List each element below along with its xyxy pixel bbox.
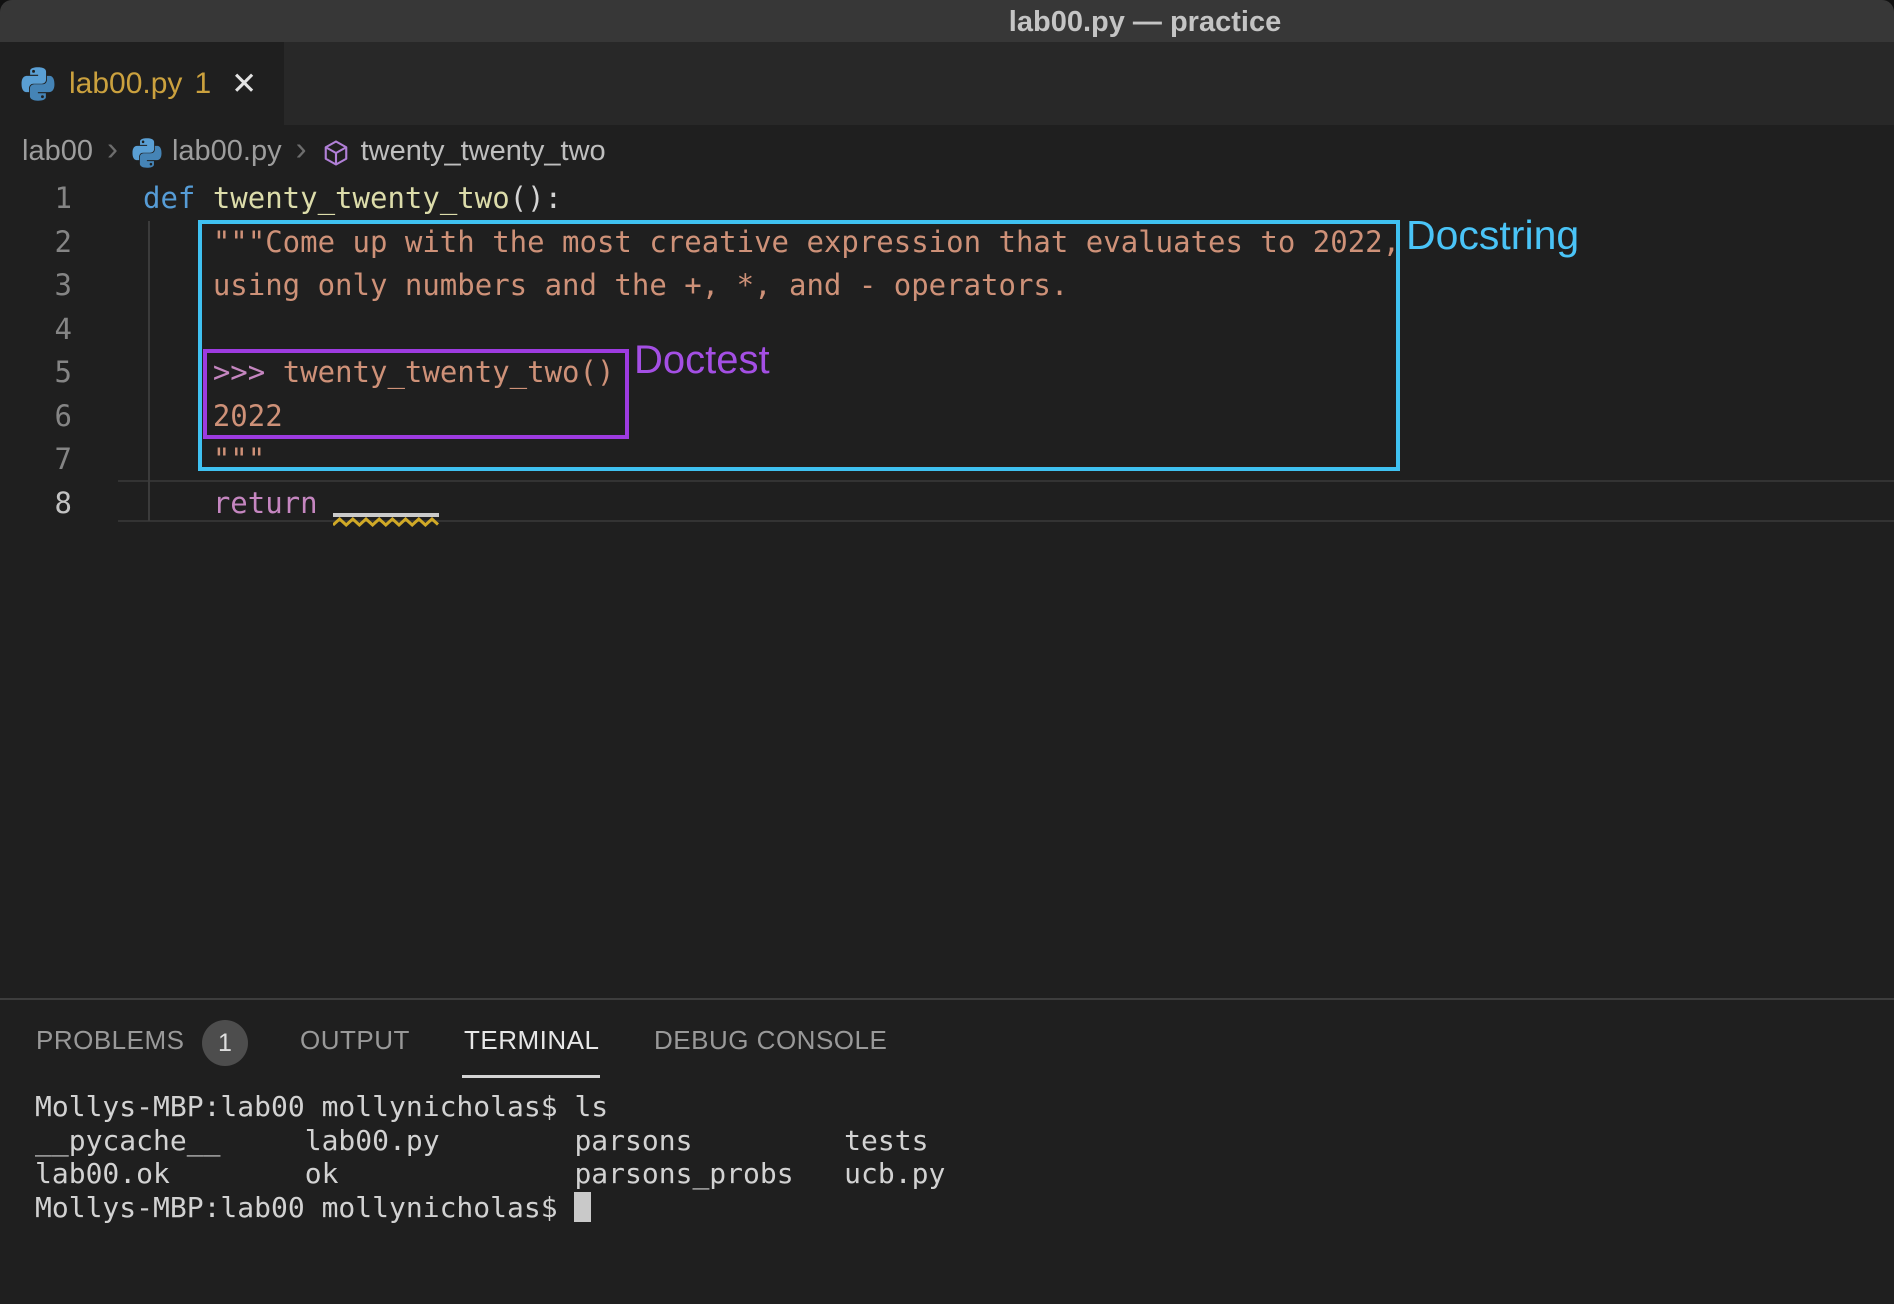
editor-tab-strip: lab00.py 1 ✕ [0,42,1894,125]
line-number: 5 [0,351,72,395]
line-number-active: 8 [0,482,72,526]
function-name: twenty_twenty_two [213,181,510,215]
line-number: 1 [0,177,72,221]
line-number: 6 [0,395,72,439]
code-line-1[interactable]: def twenty_twenty_two(): [143,177,1400,221]
terminal-cursor [574,1192,591,1222]
warning-squiggle-icon [333,517,439,527]
breadcrumb-file[interactable]: lab00.py [172,135,282,168]
python-icon [132,138,162,168]
keyword-def: def [143,181,213,215]
line-number: 4 [0,308,72,352]
problems-count-badge: 1 [202,1020,248,1066]
docstring-annotation-label: Docstring [1406,212,1579,259]
line-number-gutter: 1 2 3 4 5 6 7 8 [0,177,72,525]
tab-output[interactable]: OUTPUT [300,1000,410,1080]
tab-terminal[interactable]: TERMINAL [464,1000,599,1080]
line-number: 7 [0,438,72,482]
chevron-right-icon: › [107,130,118,172]
tab-debug-console[interactable]: DEBUG CONSOLE [654,1000,887,1080]
terminal-prompt-text: Mollys-MBP:lab00 mollynicholas$ [35,1191,574,1224]
terminal-output[interactable]: Mollys-MBP:lab00 mollynicholas$ ls __pyc… [35,1090,945,1224]
window-title: lab00.py — practice [1009,6,1281,39]
tab-lab00-py[interactable]: lab00.py 1 ✕ [0,42,284,125]
breadcrumb-folder[interactable]: lab00 [22,135,93,168]
punctuation: (): [510,181,562,215]
code-line-8[interactable]: return [143,482,1400,526]
panel-tab-bar: PROBLEMS 1 OUTPUT TERMINAL DEBUG CONSOLE [0,1000,1894,1080]
tab-warning-count: 1 [194,67,211,101]
method-cube-icon [321,138,351,168]
terminal-line: lab00.ok ok parsons_probs ucb.py [35,1157,945,1191]
titlebar: lab00.py — practice [0,0,1894,42]
indent [143,486,213,520]
terminal-line: Mollys-MBP:lab00 mollynicholas$ ls [35,1090,945,1124]
keyword-return: return [213,486,318,520]
python-icon [21,67,55,101]
breadcrumb: lab00 › lab00.py › twenty_twenty_two [0,125,1894,177]
doctest-annotation-label: Doctest [634,338,770,383]
doctest-annotation-box [203,349,629,439]
chevron-right-icon: › [296,130,307,172]
breadcrumb-symbol[interactable]: twenty_twenty_two [361,135,606,168]
terminal-line: __pycache__ lab00.py parsons tests [35,1124,945,1158]
code-editor[interactable]: 1 2 3 4 5 6 7 8 def twenty_twenty_two():… [0,177,1894,998]
vscode-window: lab00.py — practice lab00.py 1 ✕ lab00 ›… [0,0,1894,1304]
line-number: 3 [0,264,72,308]
bottom-panel: PROBLEMS 1 OUTPUT TERMINAL DEBUG CONSOLE… [0,1000,1894,1304]
active-tab-underline [462,1075,600,1078]
tab-label: lab00.py [69,67,182,101]
terminal-prompt-line: Mollys-MBP:lab00 mollynicholas$ [35,1191,945,1225]
line-number: 2 [0,221,72,265]
close-icon[interactable]: ✕ [231,68,257,99]
tab-problems[interactable]: PROBLEMS [36,1000,185,1080]
